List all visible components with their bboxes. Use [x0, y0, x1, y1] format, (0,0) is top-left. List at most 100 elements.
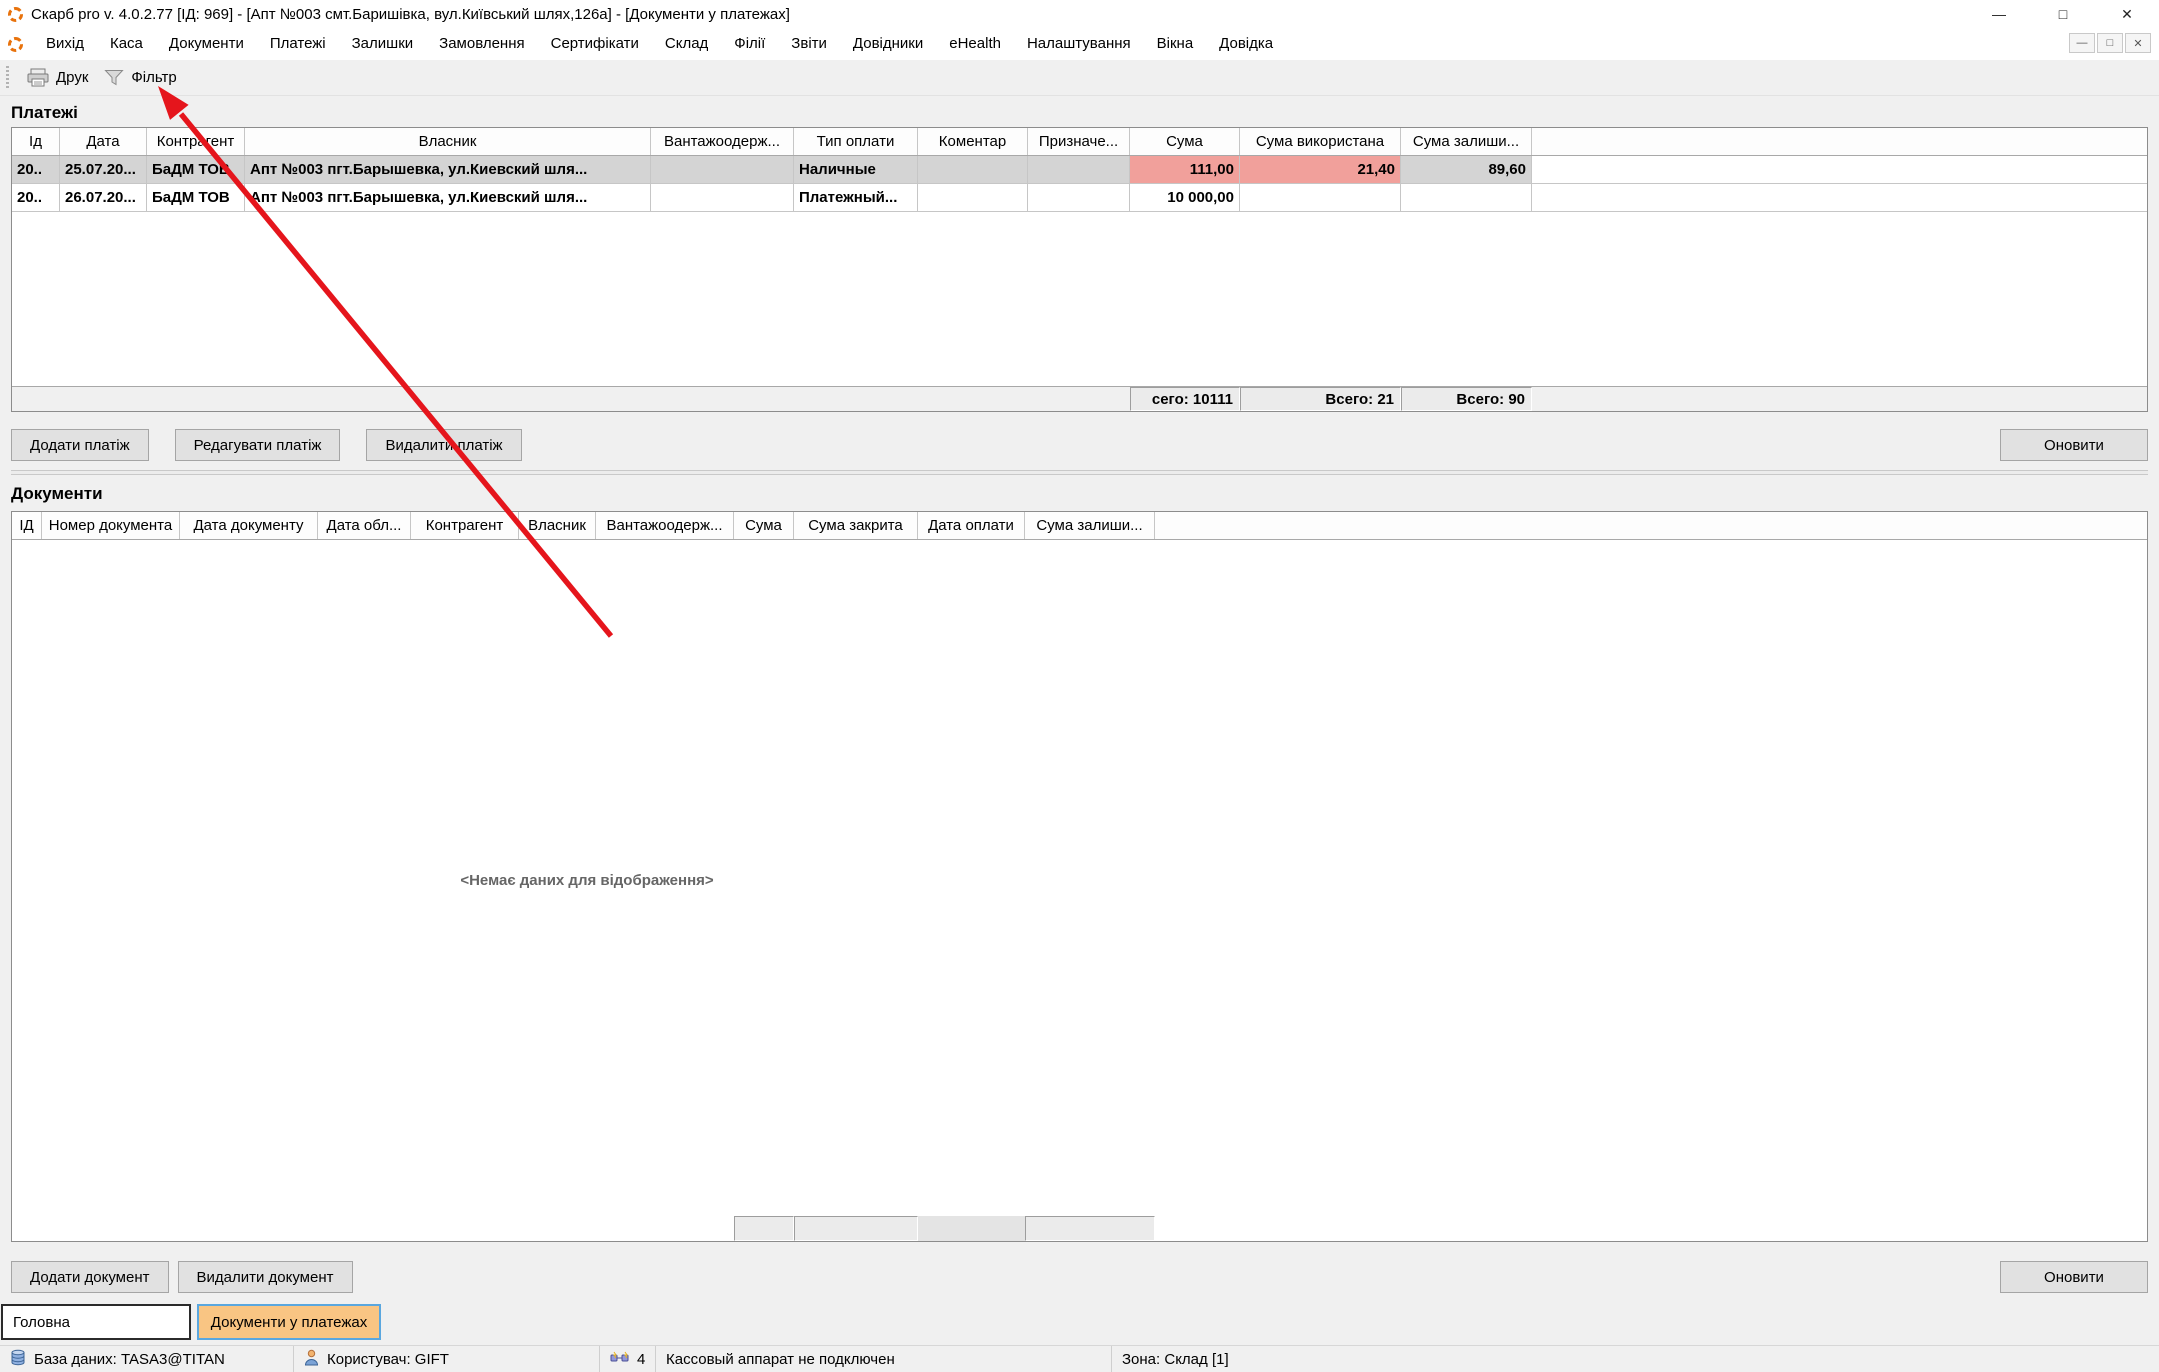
- menu-settings[interactable]: Налаштування: [1014, 28, 1144, 60]
- column-header[interactable]: Сума використана: [1240, 128, 1401, 155]
- payments-grid: Ід Дата Контрагент Власник Вантажоодерж.…: [11, 127, 2148, 412]
- column-header[interactable]: ІД: [12, 512, 42, 539]
- menu-payments[interactable]: Платежі: [257, 28, 339, 60]
- main-content: Платежі Ід Дата Контрагент Власник Ванта…: [0, 96, 2159, 1345]
- menu-warehouse[interactable]: Склад: [652, 28, 721, 60]
- total-sum: сего: 10111: [1130, 387, 1240, 411]
- cell-date: 26.07.20...: [60, 184, 147, 211]
- payments-grid-empty-area: [12, 212, 2147, 386]
- payments-table-row[interactable]: 20.. 25.07.20... БаДМ ТОВ Апт №003 пгт.Б…: [12, 156, 2147, 184]
- menu-orders[interactable]: Замовлення: [426, 28, 537, 60]
- menu-documents[interactable]: Документи: [156, 28, 257, 60]
- filter-button[interactable]: Фільтр: [96, 65, 184, 90]
- column-header[interactable]: Сума залиши...: [1025, 512, 1155, 539]
- column-header[interactable]: Контрагент: [147, 128, 245, 155]
- total-sum-remaining: Всего: 90: [1401, 387, 1532, 411]
- user-label: Користувач: GIFT: [327, 1351, 449, 1368]
- menu-bar: Вихід Каса Документи Платежі Залишки Зам…: [0, 28, 2159, 60]
- print-button-label: Друк: [56, 69, 88, 86]
- mdi-restore-button[interactable]: □: [2097, 33, 2123, 53]
- filter-button-label: Фільтр: [131, 69, 176, 86]
- toolbar-grip: [6, 66, 9, 90]
- connection-icon: [610, 1350, 629, 1369]
- mdi-minimize-button[interactable]: —: [2069, 33, 2095, 53]
- section-splitter[interactable]: [11, 470, 2148, 475]
- statusbar-user: Користувач: GIFT: [294, 1346, 599, 1372]
- payments-button-row: Додати платіж Редагувати платіж Видалити…: [11, 429, 2148, 461]
- menu-windows[interactable]: Вікна: [1144, 28, 1207, 60]
- printer-icon: [27, 68, 49, 87]
- totals-spacer: [12, 387, 1130, 411]
- column-header[interactable]: Контрагент: [411, 512, 519, 539]
- cell-purpose: [1028, 184, 1130, 211]
- menu-branches[interactable]: Філії: [721, 28, 778, 60]
- refresh-documents-button[interactable]: Оновити: [2000, 1261, 2148, 1293]
- tab-main[interactable]: Головна: [1, 1304, 191, 1340]
- edit-payment-button[interactable]: Редагувати платіж: [175, 429, 341, 461]
- window-controls: — □ ✕: [1967, 0, 2159, 28]
- toolbar: Друк Фільтр: [0, 60, 2159, 96]
- refresh-payments-button[interactable]: Оновити: [2000, 429, 2148, 461]
- menu-exit[interactable]: Вихід: [33, 28, 97, 60]
- statusbar-cash-register: Кассовый аппарат не подключен: [656, 1346, 1111, 1372]
- app-logo-icon: [8, 37, 23, 52]
- add-document-button[interactable]: Додати документ: [11, 1261, 169, 1293]
- column-header[interactable]: Дата обл...: [318, 512, 411, 539]
- column-header[interactable]: Дата оплати: [918, 512, 1025, 539]
- column-header[interactable]: Власник: [519, 512, 596, 539]
- menu-directories[interactable]: Довідники: [840, 28, 936, 60]
- delete-document-button[interactable]: Видалити документ: [178, 1261, 353, 1293]
- column-header[interactable]: Номер документа: [42, 512, 180, 539]
- minimize-button[interactable]: —: [1967, 0, 2031, 28]
- menu-certificates[interactable]: Сертифікати: [538, 28, 652, 60]
- footer-total-sum: [734, 1216, 794, 1241]
- cell-owner: Апт №003 пгт.Барышевка, ул.Киевский шля.…: [245, 184, 651, 211]
- column-header[interactable]: Вантажоодерж...: [596, 512, 734, 539]
- column-header[interactable]: Дата: [60, 128, 147, 155]
- app-logo-icon: [8, 7, 23, 22]
- footer-total-remaining: [1025, 1216, 1155, 1241]
- footer-gap: [918, 1216, 1025, 1241]
- restore-button[interactable]: □: [2031, 0, 2095, 28]
- column-header[interactable]: Сума закрита: [794, 512, 918, 539]
- column-header[interactable]: Дата документу: [180, 512, 318, 539]
- menu-ehealth[interactable]: eHealth: [936, 28, 1014, 60]
- column-header[interactable]: Власник: [245, 128, 651, 155]
- footer-spacer: [12, 1216, 734, 1241]
- empty-state-message: <Немає даних для відображення>: [12, 872, 1162, 889]
- column-header[interactable]: Сума: [1130, 128, 1240, 155]
- column-header[interactable]: Тип оплати: [794, 128, 918, 155]
- menu-stock[interactable]: Залишки: [339, 28, 427, 60]
- tab-documents-in-payments[interactable]: Документи у платежах: [197, 1304, 381, 1340]
- close-button[interactable]: ✕: [2095, 0, 2159, 28]
- column-header[interactable]: Ід: [12, 128, 60, 155]
- delete-payment-button[interactable]: Видалити платіж: [366, 429, 521, 461]
- cell-sum-remaining: [1401, 184, 1532, 211]
- mdi-close-button[interactable]: ✕: [2125, 33, 2151, 53]
- cell-sum: 10 000,00: [1130, 184, 1240, 211]
- documents-grid: ІД Номер документа Дата документу Дата о…: [11, 511, 2148, 1242]
- add-payment-button[interactable]: Додати платіж: [11, 429, 149, 461]
- total-sum-used: Всего: 21: [1240, 387, 1401, 411]
- menu-help[interactable]: Довідка: [1206, 28, 1286, 60]
- user-icon: [304, 1349, 319, 1370]
- print-button[interactable]: Друк: [19, 64, 96, 91]
- documents-footer-row: [12, 1216, 2147, 1241]
- database-icon: [10, 1349, 26, 1370]
- column-header[interactable]: Вантажоодерж...: [651, 128, 794, 155]
- column-header[interactable]: Сума залиши...: [1401, 128, 1532, 155]
- footer-band: [734, 1216, 1155, 1241]
- cell-consignee: [651, 184, 794, 211]
- menu-reports[interactable]: Звіти: [778, 28, 840, 60]
- menu-cash[interactable]: Каса: [97, 28, 156, 60]
- column-header[interactable]: Сума: [734, 512, 794, 539]
- cell-owner: Апт №003 пгт.Барышевка, ул.Киевский шля.…: [245, 156, 651, 183]
- column-header[interactable]: Коментар: [918, 128, 1028, 155]
- cell-id: 20..: [12, 184, 60, 211]
- column-header[interactable]: Призначе...: [1028, 128, 1130, 155]
- connections-count: 4: [637, 1351, 645, 1368]
- payments-table-row[interactable]: 20.. 26.07.20... БаДМ ТОВ Апт №003 пгт.Б…: [12, 184, 2147, 212]
- cell-sum-used: [1240, 184, 1401, 211]
- zone-label: Зона: Склад [1]: [1122, 1351, 1229, 1368]
- cell-purpose: [1028, 156, 1130, 183]
